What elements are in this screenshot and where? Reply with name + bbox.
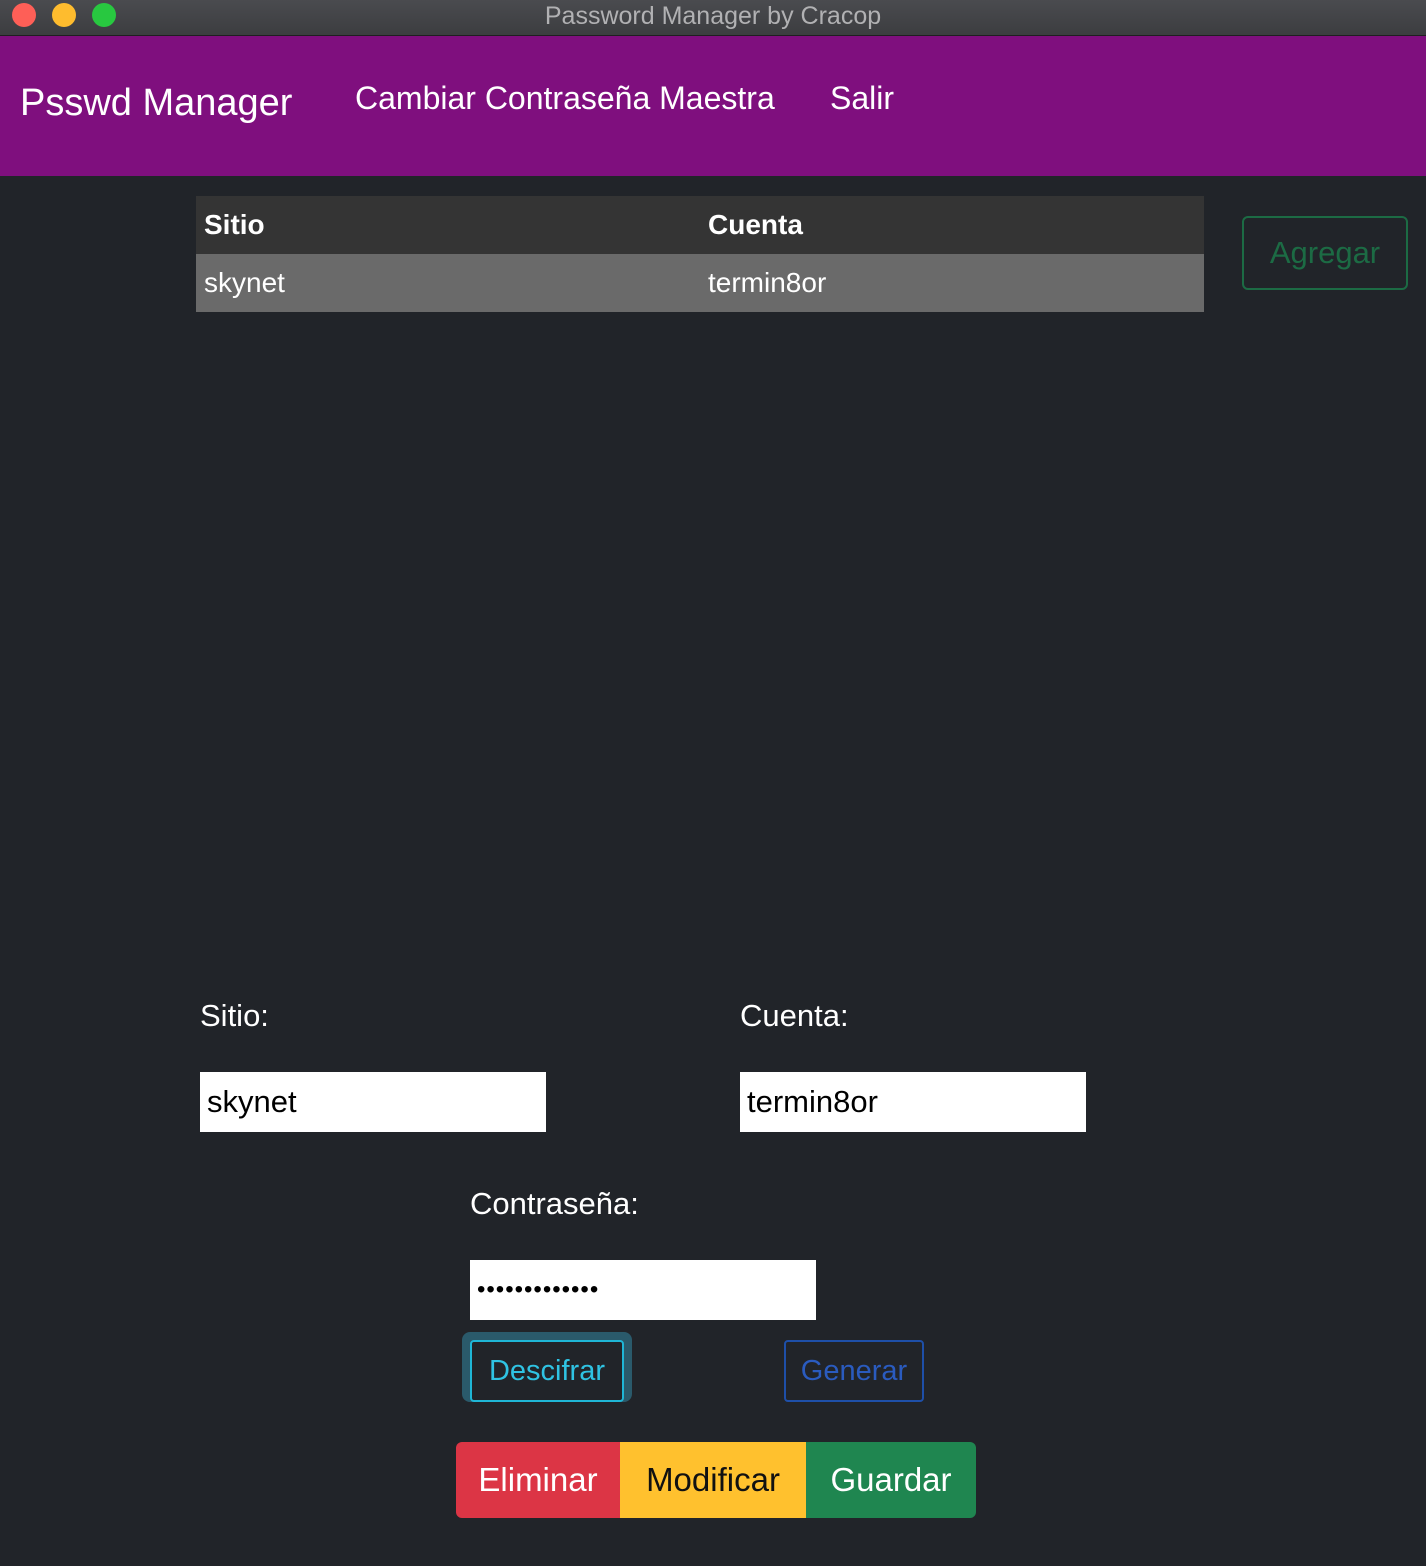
table-header: Sitio Cuenta bbox=[196, 196, 1204, 254]
table-row[interactable]: skynet termin8or bbox=[196, 254, 1204, 312]
exit-link[interactable]: Salir bbox=[830, 80, 894, 117]
window-titlebar: Password Manager by Cracop bbox=[0, 0, 1426, 36]
window-title: Password Manager by Cracop bbox=[544, 2, 882, 30]
accounts-table: Sitio Cuenta skynet termin8or bbox=[196, 196, 1204, 312]
cuenta-input[interactable]: termin8or bbox=[740, 1072, 1086, 1132]
password-input[interactable]: ••••••••••••• bbox=[470, 1260, 816, 1320]
add-button[interactable]: Agregar bbox=[1242, 216, 1408, 290]
navbar-brand[interactable]: Psswd Manager bbox=[20, 82, 292, 125]
cuenta-label: Cuenta: bbox=[740, 998, 849, 1033]
password-label: Contraseña: bbox=[470, 1186, 639, 1221]
header-cuenta: Cuenta bbox=[708, 209, 803, 240]
navbar: Psswd Manager Cambiar Contraseña Maestra… bbox=[0, 36, 1426, 176]
change-master-password-link[interactable]: Cambiar Contraseña Maestra bbox=[355, 80, 775, 117]
sitio-label: Sitio: bbox=[200, 998, 269, 1033]
generate-button[interactable]: Generar bbox=[784, 1340, 924, 1402]
delete-button[interactable]: Eliminar bbox=[456, 1442, 620, 1518]
save-button[interactable]: Guardar bbox=[806, 1442, 976, 1518]
action-button-group: Eliminar Modificar Guardar bbox=[456, 1442, 976, 1518]
row-sitio: skynet bbox=[204, 267, 285, 298]
header-sitio: Sitio bbox=[204, 209, 265, 240]
sitio-input[interactable]: skynet bbox=[200, 1072, 546, 1132]
modify-button[interactable]: Modificar bbox=[620, 1442, 806, 1518]
row-cuenta: termin8or bbox=[708, 267, 827, 298]
decrypt-button[interactable]: Descifrar bbox=[470, 1340, 624, 1402]
